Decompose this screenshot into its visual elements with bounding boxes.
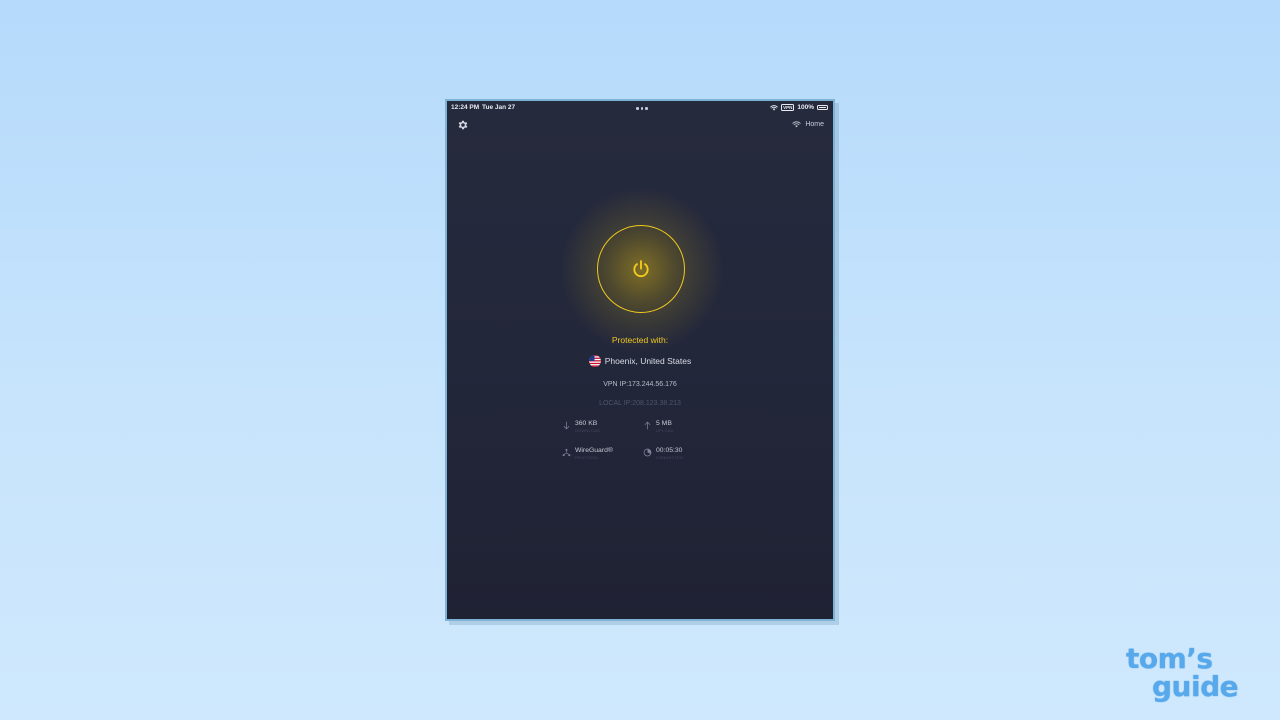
download-label: Download bbox=[575, 428, 601, 433]
local-ip-address: LOCAL IP:208.123.38.213 bbox=[599, 400, 681, 407]
status-bar: 12:24 PM Tue Jan 27 VPN 100% bbox=[447, 101, 833, 115]
network-selector-button[interactable]: Home bbox=[792, 121, 824, 128]
protection-status-label: Protected with: bbox=[611, 335, 669, 345]
protocol-stat: WireGuard® Protocol bbox=[562, 447, 613, 460]
download-stat: 360 KB Download bbox=[562, 420, 600, 433]
server-location: Phoenix, United States bbox=[604, 356, 692, 366]
arrow-up-icon bbox=[644, 421, 651, 430]
download-value: 360 KB bbox=[575, 420, 598, 427]
connect-power-button[interactable] bbox=[597, 225, 685, 313]
protocol-label: Protocol bbox=[575, 455, 599, 460]
battery-icon bbox=[817, 105, 828, 110]
timer-icon bbox=[643, 448, 652, 457]
protocol-icon bbox=[562, 448, 571, 457]
connection-time-label: Connected bbox=[656, 455, 684, 460]
wifi-signal-icon bbox=[770, 104, 778, 110]
connection-time-stat: 00:05:30 Connected bbox=[643, 447, 683, 460]
status-date: Tue Jan 27 bbox=[482, 104, 516, 111]
upload-label: Upload bbox=[656, 428, 674, 433]
vpn-status-badge: VPN bbox=[781, 104, 795, 111]
us-flag-icon bbox=[588, 355, 601, 367]
toms-guide-logo: tom’s guide bbox=[1126, 644, 1256, 706]
status-indicators: VPN 100% bbox=[770, 104, 828, 111]
upload-value: 5 MB bbox=[656, 420, 672, 427]
logo-line-2: guide bbox=[1152, 670, 1239, 703]
vpn-ip-address: VPN IP:173.244.56.176 bbox=[603, 381, 677, 388]
network-label: Home bbox=[805, 121, 824, 128]
server-location-selector[interactable]: Phoenix, United States bbox=[447, 355, 833, 367]
arrow-down-icon bbox=[563, 421, 570, 430]
tablet-screen: 12:24 PM Tue Jan 27 VPN 100% Home Protec… bbox=[445, 99, 835, 621]
gear-icon[interactable] bbox=[457, 119, 469, 131]
status-time: 12:24 PM bbox=[451, 104, 480, 111]
battery-percent: 100% bbox=[797, 104, 814, 111]
wifi-icon bbox=[792, 121, 801, 128]
power-icon bbox=[633, 260, 649, 278]
protocol-value: WireGuard® bbox=[575, 447, 613, 454]
upload-stat: 5 MB Upload bbox=[643, 420, 674, 433]
multitasking-dots-icon[interactable] bbox=[636, 107, 648, 110]
connection-time-value: 00:05:30 bbox=[656, 447, 683, 454]
